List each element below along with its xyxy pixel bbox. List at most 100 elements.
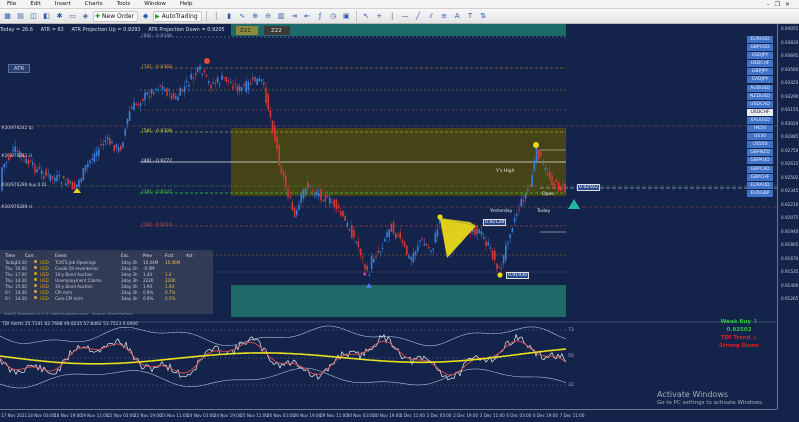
new-order-button[interactable]: ✚ New Order bbox=[93, 10, 139, 22]
symbol-button[interactable]: USDJPY bbox=[747, 52, 773, 60]
symbol-button[interactable]: HK50 bbox=[747, 125, 773, 133]
fibonacci-icon[interactable]: ≡ bbox=[439, 11, 450, 22]
time-tick-label: 22 Nov 03:00 bbox=[107, 413, 135, 418]
candle-body bbox=[311, 189, 313, 192]
level-label-38: [38] - 0.9247 bbox=[142, 190, 173, 195]
symbol-button[interactable]: GBPAUD bbox=[747, 157, 773, 165]
candle-body bbox=[538, 149, 540, 160]
atr-button[interactable]: ATR bbox=[8, 64, 30, 73]
symbol-button[interactable]: EURAUD bbox=[747, 181, 773, 189]
candle-body bbox=[260, 79, 263, 81]
symbol-button[interactable]: GBPNZD bbox=[747, 149, 773, 157]
label-tool-icon[interactable]: T bbox=[465, 11, 476, 22]
candlestick-icon[interactable]: ▮ bbox=[224, 11, 235, 22]
bar-chart-icon[interactable]: ┆ bbox=[211, 11, 222, 22]
symbol-button[interactable]: NZDUSD bbox=[747, 92, 773, 100]
templates-icon[interactable]: ▣ bbox=[341, 11, 352, 22]
candle-body bbox=[166, 88, 168, 96]
time-tick-label: 2 Dec 03:00 bbox=[426, 413, 452, 418]
candle-body bbox=[89, 160, 91, 164]
new-chart-icon[interactable]: ▦ bbox=[2, 11, 13, 22]
symbol-button[interactable]: US30 bbox=[747, 133, 773, 141]
arrows-icon[interactable]: ⇅ bbox=[478, 11, 489, 22]
vertical-line-icon[interactable]: | bbox=[387, 11, 398, 22]
time-tick-label: 24 Nov 19:00 bbox=[213, 413, 242, 418]
periods-icon[interactable]: ◷ bbox=[328, 11, 339, 22]
price-tick-label: 0.93155 bbox=[781, 107, 799, 112]
calendar-cell: 14:30 bbox=[15, 278, 27, 283]
symbol-button[interactable]: EURUSD bbox=[747, 36, 773, 43]
profiles-icon[interactable]: ▤ bbox=[15, 11, 26, 22]
price-tick-label: 0.92345 bbox=[781, 188, 799, 193]
candle-body bbox=[183, 86, 186, 92]
candle-body bbox=[252, 77, 254, 80]
time-tick-label: 18 Nov 19:00 bbox=[54, 413, 82, 418]
tester-icon[interactable]: ◈ bbox=[80, 11, 91, 22]
symbol-button[interactable]: EURGBP bbox=[747, 189, 773, 197]
autotrading-button[interactable]: ▶ AutoTrading bbox=[153, 10, 202, 22]
menu-file[interactable]: File bbox=[0, 0, 23, 9]
cursor-icon[interactable]: ↖ bbox=[361, 11, 372, 22]
indicators-icon[interactable]: ƒ bbox=[315, 11, 326, 22]
candle-body bbox=[91, 158, 93, 160]
menu-edit[interactable]: Edit bbox=[23, 0, 48, 9]
window-controls[interactable]: –❐✕ bbox=[767, 0, 795, 9]
tile-windows-icon[interactable]: ▥ bbox=[276, 11, 287, 22]
candle-body bbox=[476, 225, 478, 235]
symbol-button[interactable]: CADJPY bbox=[747, 76, 773, 84]
symbol-button[interactable]: USDCHF bbox=[747, 108, 773, 116]
menu-insert[interactable]: Insert bbox=[48, 0, 78, 9]
zoom-in-icon[interactable]: ⊕ bbox=[250, 11, 261, 22]
calendar-cell: TCKTS Job Openings bbox=[55, 260, 96, 265]
candle-body bbox=[267, 93, 269, 110]
crosshair-icon[interactable]: + bbox=[374, 11, 385, 22]
time-tick-label: 23 Nov 11:00 bbox=[160, 413, 189, 418]
symbol-button[interactable]: GBPJPY bbox=[747, 68, 773, 76]
line-chart-icon[interactable]: ∿ bbox=[237, 11, 248, 22]
channel-icon[interactable]: ⫽ bbox=[426, 11, 437, 22]
candle-body bbox=[414, 250, 417, 255]
candle-body bbox=[109, 138, 111, 145]
horizontal-line-icon[interactable]: — bbox=[400, 11, 411, 22]
candle-body bbox=[362, 256, 364, 258]
symbol-button[interactable]: US500 bbox=[747, 141, 773, 149]
symbol-button[interactable]: USDCAD bbox=[747, 100, 773, 108]
candle-body bbox=[38, 167, 41, 169]
candle-body bbox=[69, 181, 71, 183]
candle-body bbox=[29, 160, 32, 162]
symbol-button[interactable]: GBPUSD bbox=[747, 44, 773, 52]
zoom-out-icon[interactable]: ⊖ bbox=[263, 11, 274, 22]
chart-shift-icon[interactable]: ⇤ bbox=[302, 11, 313, 22]
terminal-icon[interactable]: ▭ bbox=[67, 11, 78, 22]
data-window-icon[interactable]: ◧ bbox=[41, 11, 52, 22]
candle-body bbox=[27, 160, 30, 165]
symbol-button[interactable]: GBPCAD bbox=[747, 165, 773, 173]
price-chart[interactable]: ★ bbox=[0, 24, 799, 422]
price-tick-label: 0.91940 bbox=[781, 228, 799, 234]
candle-body bbox=[80, 178, 82, 182]
candle-body bbox=[131, 107, 133, 109]
auto-scroll-icon[interactable]: ⇥ bbox=[289, 11, 300, 22]
market-watch-icon[interactable]: ◫ bbox=[28, 11, 39, 22]
navigator-icon[interactable]: ✱ bbox=[54, 11, 65, 22]
candle-body bbox=[221, 75, 223, 80]
symbol-button[interactable]: XAUUSD bbox=[747, 116, 773, 124]
candle-body bbox=[324, 194, 327, 202]
metaeditor-icon[interactable]: ◆ bbox=[140, 11, 151, 22]
candle-body bbox=[564, 184, 566, 192]
menu-charts[interactable]: Charts bbox=[78, 0, 110, 9]
symbol-button[interactable]: GBPCHF bbox=[747, 173, 773, 181]
menu-help[interactable]: Help bbox=[173, 0, 200, 9]
menu-window[interactable]: Window bbox=[137, 0, 173, 9]
time-tick-label: 29 Nov 11:00 bbox=[320, 413, 348, 418]
symbol-button[interactable]: USDCHF bbox=[747, 60, 773, 68]
trendline-icon[interactable]: ╱ bbox=[413, 11, 424, 22]
calendar-header-cell: Prev bbox=[143, 253, 152, 258]
candle-body bbox=[212, 82, 214, 84]
candle-body bbox=[276, 136, 278, 149]
menu-tools[interactable]: Tools bbox=[110, 0, 138, 9]
text-tool-icon[interactable]: A bbox=[452, 11, 463, 22]
candle-body bbox=[124, 129, 126, 136]
calendar-cell: 16:00 bbox=[15, 266, 27, 271]
symbol-button[interactable]: AUDUSD bbox=[747, 84, 773, 92]
